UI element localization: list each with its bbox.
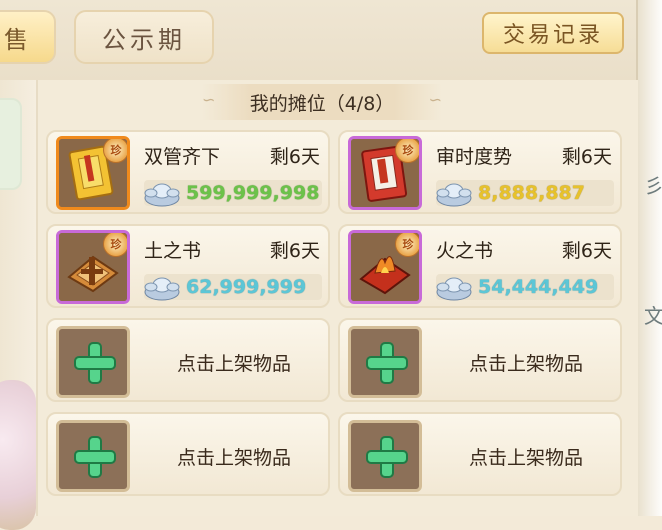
rare-badge: 珍	[395, 139, 419, 163]
add-item-label: 点击上架物品	[176, 446, 291, 469]
stall-slot-listed[interactable]: 珍 审时度势 剩6天 8,888,887	[338, 130, 622, 214]
stall-slot-listed[interactable]: 珍 双管齐下 剩6天 599,999,998	[46, 130, 330, 214]
silver-ingot-icon	[144, 277, 180, 301]
cloud-ornament-icon: ∽	[428, 90, 442, 109]
silver-ingot-icon	[144, 183, 180, 207]
right-panel-edge: 彡 文	[636, 0, 662, 516]
tab-sell-label: 售	[4, 25, 32, 54]
stall-slot-empty[interactable]: 点击上架物品	[46, 318, 330, 402]
rare-badge: 珍	[103, 233, 127, 257]
price-bar: 54,444,449	[436, 274, 614, 301]
remaining-time: 剩6天	[561, 146, 612, 168]
trade-log-button[interactable]: 交易记录	[482, 12, 624, 54]
rare-badge: 珍	[395, 233, 419, 257]
cloud-ornament-icon: ∽	[202, 90, 216, 109]
remaining-time: 剩6天	[561, 240, 612, 262]
item-price: 62,999,999	[186, 276, 307, 298]
tab-sell[interactable]: 售	[0, 10, 56, 64]
plus-icon	[366, 342, 408, 384]
stall-slot-empty[interactable]: 点击上架物品	[46, 412, 330, 496]
remaining-time: 剩6天	[269, 146, 320, 168]
earth-scroll-icon: 珍	[56, 230, 130, 304]
add-item-label: 点击上架物品	[468, 446, 583, 469]
stall-slot-empty[interactable]: 点击上架物品	[338, 318, 622, 402]
item-price: 54,444,449	[478, 276, 599, 298]
fire-scroll-icon: 珍	[348, 230, 422, 304]
side-tab[interactable]	[0, 98, 22, 190]
item-name: 双管齐下	[144, 146, 221, 168]
stall-slot-listed[interactable]: 珍 土之书 剩6天 62,999,999	[46, 224, 330, 308]
price-bar: 599,999,998	[144, 180, 322, 207]
price-bar: 8,888,887	[436, 180, 614, 207]
item-name: 审时度势	[436, 146, 513, 168]
plus-icon	[74, 436, 116, 478]
red-book-icon: 珍	[348, 136, 422, 210]
stall-slot-empty[interactable]: 点击上架物品	[338, 412, 622, 496]
silver-ingot-icon	[436, 277, 472, 301]
add-item-button[interactable]	[348, 326, 422, 398]
add-item-label: 点击上架物品	[468, 352, 583, 375]
item-price: 599,999,998	[186, 182, 320, 204]
add-item-button[interactable]	[348, 420, 422, 492]
item-name: 土之书	[144, 240, 202, 262]
trade-log-label: 交易记录	[502, 23, 603, 48]
item-name: 火之书	[436, 240, 494, 262]
add-item-label: 点击上架物品	[176, 352, 291, 375]
price-bar: 62,999,999	[144, 274, 322, 301]
tab-publicity-label: 公示期	[102, 25, 186, 54]
edge-glyph: 彡	[644, 174, 662, 198]
item-price: 8,888,887	[478, 182, 585, 204]
tab-publicity[interactable]: 公示期	[74, 10, 214, 64]
tab-bar: 售 公示期 交易记录	[0, 0, 662, 80]
remaining-time: 剩6天	[269, 240, 320, 262]
add-item-button[interactable]	[56, 326, 130, 398]
stall-title-text: 我的摊位（4/8）	[249, 92, 395, 115]
character-art	[0, 380, 36, 530]
stall-slot-listed[interactable]: 珍 火之书 剩6天 54,444,449	[338, 224, 622, 308]
edge-glyph: 文	[644, 304, 662, 328]
yellow-book-icon: 珍	[56, 136, 130, 210]
rare-badge: 珍	[103, 139, 127, 163]
add-item-button[interactable]	[56, 420, 130, 492]
plus-icon	[74, 342, 116, 384]
left-sidebar	[0, 80, 36, 530]
plus-icon	[366, 436, 408, 478]
silver-ingot-icon	[436, 183, 472, 207]
stall-title: ∽ 我的摊位（4/8） ∽	[202, 84, 442, 120]
